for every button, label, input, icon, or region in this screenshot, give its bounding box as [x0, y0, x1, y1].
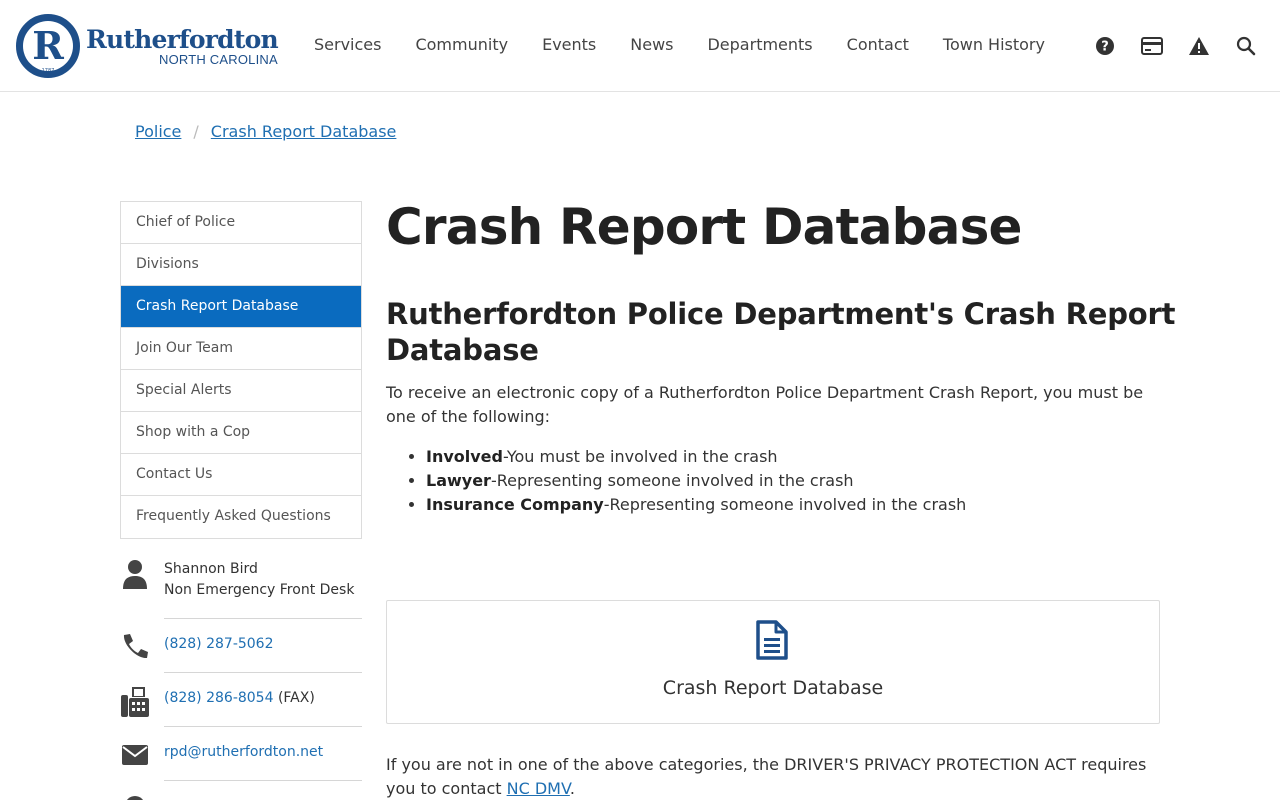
category-term: Involved: [426, 447, 503, 466]
card-label: Crash Report Database: [662, 677, 884, 699]
section-heading: Rutherfordton Police Department's Crash …: [386, 297, 1176, 367]
sidebar-item-divisions[interactable]: Divisions: [121, 244, 361, 286]
svg-text:?: ?: [1101, 40, 1109, 55]
nav-events[interactable]: Events: [542, 34, 596, 58]
site-state: NORTH CAROLINA: [158, 52, 278, 67]
nav-services[interactable]: Services: [314, 34, 381, 58]
nav-town-history[interactable]: Town History: [943, 34, 1045, 58]
sidebar-item-special-alerts[interactable]: Special Alerts: [121, 370, 361, 412]
privacy-note: If you are not in one of the above categ…: [386, 753, 1160, 800]
site-header: R 1787 Rutherfordton NORTH CAROLINA Serv…: [0, 0, 1280, 92]
help-icon[interactable]: ?: [1092, 34, 1118, 58]
list-item: Lawyer-Representing someone involved in …: [426, 469, 966, 493]
site-name: Rutherfordton: [86, 25, 279, 54]
list-item: Insurance Company-Representing someone i…: [426, 493, 966, 517]
eligibility-list: Involved-You must be involved in the cra…: [426, 445, 966, 517]
crash-report-database-card[interactable]: Crash Report Database: [386, 600, 1160, 724]
category-desc: -Representing someone involved in the cr…: [490, 471, 854, 490]
breadcrumb-separator: /: [193, 122, 199, 141]
main-nav: Services Community Events News Departmen…: [314, 34, 1045, 58]
nav-community[interactable]: Community: [415, 34, 508, 58]
contact-phone-link[interactable]: (828) 287-5062: [164, 636, 274, 652]
contact-name: Shannon Bird: [164, 561, 258, 577]
contact-email-link[interactable]: rpd@rutherfordton.net: [164, 744, 323, 760]
contact-fax-link[interactable]: (828) 286-8054: [164, 690, 274, 706]
payment-card-icon[interactable]: [1139, 34, 1165, 58]
sidebar-item-crash-report-database[interactable]: Crash Report Database: [121, 286, 361, 328]
location-icon: [120, 794, 150, 800]
intro-text: To receive an electronic copy of a Ruthe…: [386, 383, 1144, 426]
breadcrumb: Police / Crash Report Database: [135, 122, 396, 141]
alert-icon[interactable]: [1186, 34, 1212, 58]
document-icon: [755, 619, 789, 665]
sidebar-item-shop-with-a-cop[interactable]: Shop with a Cop: [121, 412, 361, 454]
sidebar-item-faq[interactable]: Frequently Asked Questions: [121, 496, 361, 538]
breadcrumb-police[interactable]: Police: [135, 122, 181, 141]
sidebar-menu: Chief of Police Divisions Crash Report D…: [120, 201, 362, 539]
category-desc: -You must be involved in the crash: [502, 447, 778, 466]
fax-suffix: (FAX): [277, 690, 315, 706]
person-icon: [120, 559, 150, 589]
fax-icon: [120, 686, 150, 718]
sidebar-item-chief-of-police[interactable]: Chief of Police: [121, 202, 361, 244]
nav-contact[interactable]: Contact: [847, 34, 909, 58]
list-item: Involved-You must be involved in the cra…: [426, 445, 966, 469]
contact-role: Non Emergency Front Desk: [164, 582, 355, 598]
privacy-note-text: If you are not in one of the above categ…: [386, 755, 1147, 798]
category-term: Lawyer: [426, 471, 491, 490]
nav-departments[interactable]: Departments: [707, 34, 812, 58]
category-term: Insurance Company: [426, 495, 604, 514]
nav-news[interactable]: News: [630, 34, 673, 58]
category-desc: -Representing someone involved in the cr…: [603, 495, 967, 514]
privacy-note-end: .: [569, 779, 575, 798]
phone-icon: [120, 633, 150, 661]
nc-dmv-link[interactable]: NC DMV: [507, 779, 570, 798]
seal-year: 1787: [41, 68, 55, 74]
breadcrumb-crash-report-database[interactable]: Crash Report Database: [211, 122, 397, 141]
site-logo[interactable]: R 1787 Rutherfordton NORTH CAROLINA: [16, 14, 279, 78]
seal-letter: R: [32, 23, 64, 68]
page-title: Crash Report Database: [386, 198, 1022, 256]
search-icon[interactable]: [1233, 34, 1259, 58]
contact-block: Shannon Bird Non Emergency Front Desk (8…: [120, 557, 362, 800]
sidebar-item-join-our-team[interactable]: Join Our Team: [121, 328, 361, 370]
email-icon: [120, 744, 150, 766]
sidebar-item-contact-us[interactable]: Contact Us: [121, 454, 361, 496]
town-seal: R 1787: [16, 14, 80, 78]
